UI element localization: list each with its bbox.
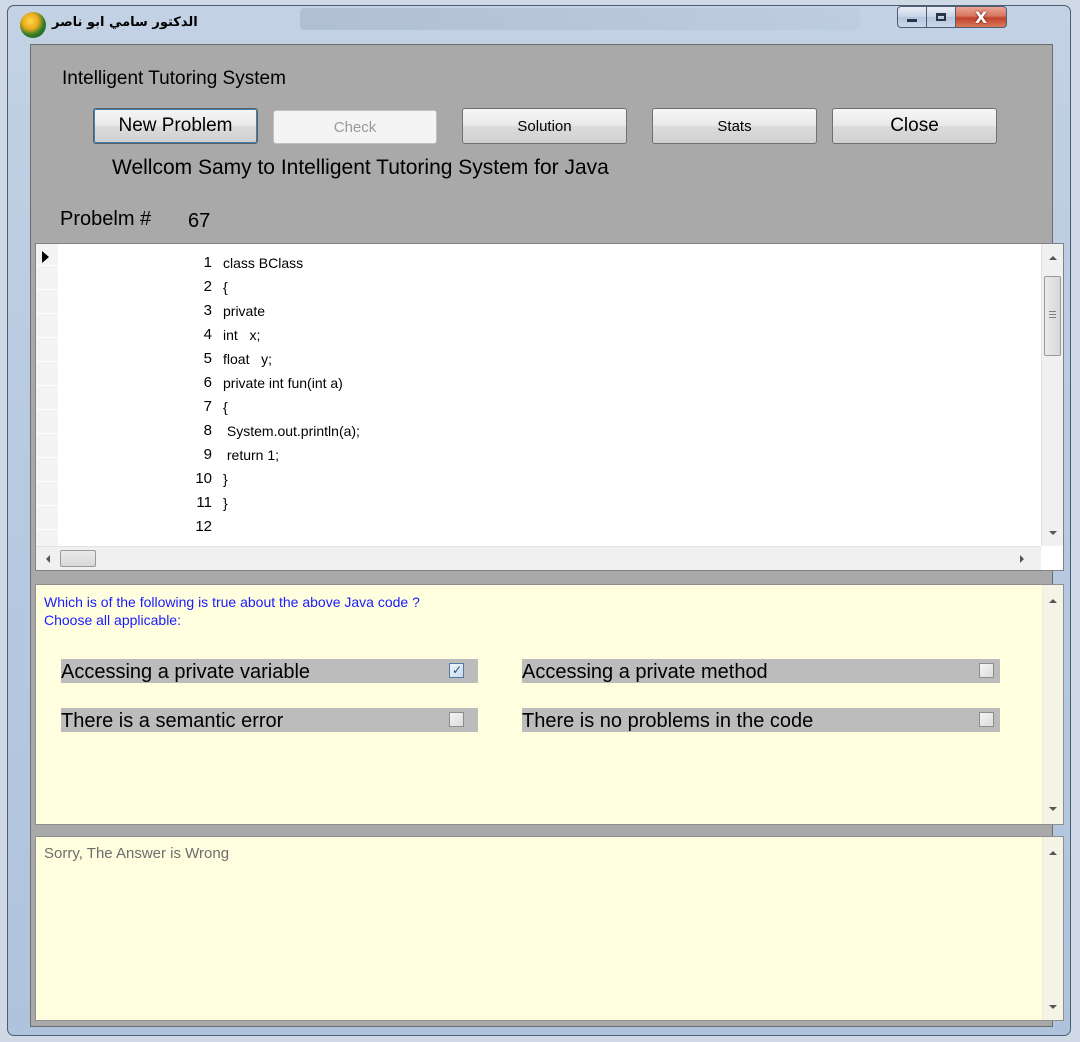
code-line[interactable]: 12 [36, 515, 1036, 539]
line-number: 3 [203, 302, 212, 319]
welcome-message: Wellcom Samy to Intelligent Tutoring Sys… [112, 156, 609, 179]
code-line[interactable]: 6 private int fun(int a) [36, 371, 1036, 395]
code-text: int x; [223, 327, 261, 343]
minimize-icon [907, 18, 917, 22]
app-logo-icon [20, 12, 46, 38]
stats-button[interactable]: Stats [652, 108, 817, 144]
line-number: 11 [196, 494, 212, 511]
code-line[interactable]: 8 System.out.println(a); [36, 419, 1036, 443]
window-title: الدكتور سامي ابو ناصر [52, 15, 198, 30]
option-label: Accessing a private variable [61, 661, 311, 683]
code-text: { [223, 399, 228, 415]
question-text: Which is of the following is true about … [44, 593, 420, 629]
check-button[interactable]: Check [273, 110, 437, 144]
feedback-message: Sorry, The Answer is Wrong [44, 845, 230, 862]
maximize-button[interactable] [926, 6, 956, 28]
code-text: float y; [223, 351, 273, 367]
code-line[interactable]: 1 class BClass [36, 251, 1036, 275]
grip-line [1049, 314, 1056, 315]
checkmark-icon: ✓ [452, 663, 463, 677]
grip-line [1049, 317, 1056, 318]
option-checkbox[interactable] [979, 663, 994, 678]
feedback-scrollbar[interactable] [1042, 837, 1063, 1020]
code-line[interactable]: 9 return 1; [36, 443, 1036, 467]
close-button[interactable]: Close [832, 108, 997, 144]
option-private-variable[interactable]: Accessing a private variable ✓ [61, 659, 478, 683]
scroll-up-icon[interactable] [1049, 256, 1057, 260]
line-number: 6 [203, 374, 212, 391]
horizontal-scroll-thumb[interactable] [60, 550, 96, 567]
page-title: Intelligent Tutoring System [62, 68, 286, 89]
minimize-button[interactable] [897, 6, 927, 28]
line-number: 9 [203, 446, 212, 463]
scroll-down-icon[interactable] [1049, 1005, 1057, 1009]
code-line[interactable]: 5 float y; [36, 347, 1036, 371]
code-text: class BClass [223, 255, 304, 271]
scroll-left-icon[interactable] [46, 555, 50, 563]
code-text: System.out.println(a); [223, 423, 360, 439]
grip-line [1049, 311, 1056, 312]
code-line[interactable]: 4 int x; [36, 323, 1036, 347]
option-private-method[interactable]: Accessing a private method [522, 659, 1000, 683]
scroll-right-icon[interactable] [1020, 555, 1024, 563]
line-number: 1 [203, 254, 212, 271]
code-horizontal-scrollbar[interactable] [36, 546, 1041, 570]
vertical-scroll-thumb[interactable] [1044, 276, 1061, 356]
titlebar-background [300, 8, 860, 30]
question-instruction: Choose all applicable: [44, 612, 181, 628]
line-number: 5 [203, 350, 212, 367]
line-number: 4 [203, 326, 212, 343]
code-text: } [223, 495, 228, 511]
option-checkbox[interactable] [449, 712, 464, 727]
problem-number-value: 67 [188, 210, 211, 232]
option-checkbox[interactable]: ✓ [449, 663, 464, 678]
line-number: 10 [195, 470, 212, 487]
option-no-problems[interactable]: There is no problems in the code [522, 708, 1000, 732]
code-line[interactable]: 10} [36, 467, 1036, 491]
option-semantic-error[interactable]: There is a semantic error [61, 708, 478, 732]
code-vertical-scrollbar[interactable] [1041, 244, 1063, 546]
code-text: { [223, 279, 228, 295]
code-text: private [223, 303, 266, 319]
code-grid[interactable]: 1 class BClass 2{ 3 private 4 int x; 5 float… [35, 243, 1064, 571]
question-prompt: Which is of the following is true about … [44, 594, 420, 610]
scroll-up-icon[interactable] [1049, 851, 1057, 855]
code-line[interactable]: 11} [36, 491, 1036, 515]
scroll-down-icon[interactable] [1049, 531, 1057, 535]
solution-button[interactable]: Solution [462, 108, 627, 144]
feedback-panel: Sorry, The Answer is Wrong [35, 836, 1064, 1021]
question-scrollbar[interactable] [1042, 585, 1063, 824]
maximize-icon [936, 13, 946, 21]
window-close-button[interactable]: X [955, 6, 1007, 28]
line-number: 12 [195, 518, 212, 535]
scroll-down-icon[interactable] [1049, 807, 1057, 811]
option-label: There is no problems in the code [522, 710, 814, 732]
scroll-up-icon[interactable] [1049, 599, 1057, 603]
question-panel: Which is of the following is true about … [35, 584, 1064, 825]
code-text: private int fun(int a) [223, 375, 343, 391]
option-label: Accessing a private method [522, 661, 768, 683]
option-checkbox[interactable] [979, 712, 994, 727]
problem-number-label: Probelm # [60, 208, 152, 230]
line-number: 7 [203, 398, 212, 415]
line-number: 2 [203, 278, 212, 295]
option-label: There is a semantic error [61, 710, 284, 732]
code-line[interactable]: 7{ [36, 395, 1036, 419]
code-line[interactable]: 2{ [36, 275, 1036, 299]
line-number: 8 [203, 422, 212, 439]
code-text: } [223, 471, 228, 487]
code-text: return 1; [223, 447, 280, 463]
code-line[interactable]: 3 private [36, 299, 1036, 323]
new-problem-button[interactable]: New Problem [93, 108, 258, 144]
close-icon: X [974, 7, 988, 27]
